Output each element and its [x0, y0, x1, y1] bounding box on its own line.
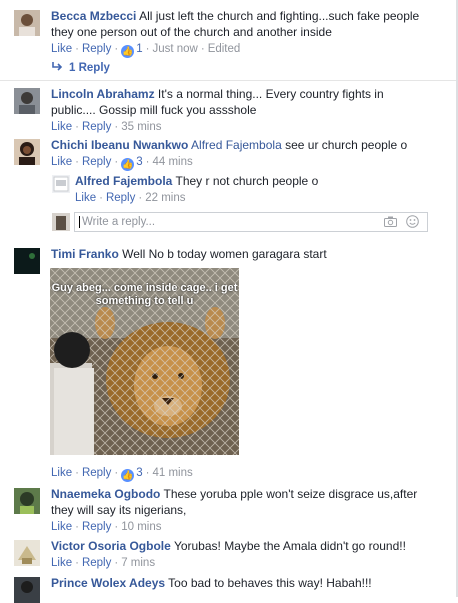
comment-text: Well No b today women garagara start	[122, 247, 327, 261]
reply-count-label[interactable]: 1 Reply	[69, 62, 110, 74]
like-button[interactable]: Like	[51, 521, 72, 533]
avatar-image	[14, 139, 40, 165]
comment-actions: Like · Reply · 7 mins	[51, 557, 156, 569]
comment-timi-actions: Like · Reply · 👍 3 · 41 mins	[51, 464, 450, 482]
comment-actions: Like · Reply · 10 mins	[51, 521, 162, 533]
reply-alfred: Alfred Fajembola They r not church peopl…	[52, 173, 450, 207]
text-caret	[79, 216, 80, 228]
comment-author[interactable]: Timi Franko	[51, 247, 119, 261]
comment-text: Yorubas! Maybe the Amala didn't go round…	[173, 539, 406, 553]
avatar[interactable]	[14, 10, 40, 36]
comment-nnaemeka: Nnaemeka Ogbodo These yoruba pple won't …	[14, 486, 450, 533]
avatar-image	[14, 248, 40, 274]
reply-placeholder: Write a reply...	[82, 216, 156, 228]
avatar-image	[14, 10, 40, 36]
avatar-image	[14, 540, 40, 566]
avatar[interactable]	[14, 88, 40, 114]
thumbs-up-icon[interactable]: 👍	[121, 469, 135, 482]
view-replies-link[interactable]: 1 Reply	[51, 61, 110, 74]
reply-box-avatar	[52, 213, 70, 231]
comment-text: Too bad to behaves this way! Habah!!!	[168, 576, 372, 590]
reply-button[interactable]: Reply	[82, 467, 111, 479]
camera-icon[interactable]	[384, 216, 397, 230]
emoji-icon[interactable]	[406, 215, 419, 231]
avatar-image	[14, 488, 40, 514]
comment-prince: Prince Wolex Adeys Too bad to behaves th…	[14, 575, 450, 603]
like-button[interactable]: Like	[51, 557, 72, 569]
reply-input[interactable]: Write a reply...	[74, 212, 428, 232]
comment-text: see ur church people o	[285, 138, 408, 152]
comment-actions: Like · Reply · 👍 3 · 44 mins	[51, 156, 193, 171]
comment-actions: Like · Reply · 35 mins	[51, 121, 162, 133]
comment-author[interactable]: Lincoln Abrahamz	[51, 87, 155, 101]
comment-chichi: Chichi Ibeanu Nwankwo Alfred Fajembola s…	[14, 137, 450, 171]
comment-time[interactable]: 7 mins	[121, 557, 155, 569]
comment-author[interactable]: Prince Wolex Adeys	[51, 576, 165, 590]
photo-caption: Guy abeg... come inside cage.. i get som…	[51, 282, 238, 307]
comment-time[interactable]: Just now	[152, 43, 197, 55]
comment-time[interactable]: 22 mins	[145, 192, 185, 204]
comment-time[interactable]: 41 mins	[152, 467, 192, 479]
divider	[0, 80, 456, 81]
comment-time[interactable]: 35 mins	[121, 121, 161, 133]
edited-label[interactable]: Edited	[208, 43, 241, 55]
like-count[interactable]: 1	[136, 43, 142, 55]
avatar[interactable]	[14, 577, 40, 603]
like-count[interactable]: 3	[136, 156, 142, 168]
avatar-image	[14, 577, 40, 603]
comment-author[interactable]: Victor Osoria Ogbole	[51, 539, 171, 553]
thumbs-up-icon[interactable]: 👍	[121, 45, 135, 58]
like-button[interactable]: Like	[51, 121, 72, 133]
comment-actions: Like · Reply · 👍 1 · Just now · Edited	[51, 43, 241, 58]
avatar-image	[52, 175, 70, 193]
avatar[interactable]	[14, 248, 40, 274]
comment-author[interactable]: Alfred Fajembola	[75, 174, 172, 188]
like-count[interactable]: 3	[136, 467, 142, 479]
comment-actions: Like · Reply · 👍 3 · 41 mins	[51, 467, 193, 482]
tagged-user[interactable]: Alfred Fajembola	[191, 138, 282, 152]
like-button[interactable]: Like	[51, 156, 72, 168]
like-button[interactable]: Like	[75, 192, 96, 204]
comment-text: They r not church people o	[175, 174, 319, 188]
like-button[interactable]: Like	[51, 43, 72, 55]
avatar-image	[14, 88, 40, 114]
comment-becca: Becca Mzbecci All just left the church a…	[14, 8, 450, 88]
comment-author[interactable]: Chichi Ibeanu Nwankwo	[51, 138, 188, 152]
reply-button[interactable]: Reply	[82, 557, 111, 569]
reply-button[interactable]: Reply	[106, 192, 135, 204]
reply-button[interactable]: Reply	[82, 121, 111, 133]
comment-photo[interactable]: Guy abeg... come inside cage.. i get som…	[50, 268, 239, 455]
comment-lincoln: Lincoln Abrahamz It's a normal thing... …	[14, 86, 450, 134]
comment-actions: Like · Reply · 22 mins	[75, 192, 186, 204]
avatar[interactable]	[14, 488, 40, 514]
avatar[interactable]	[14, 540, 40, 566]
thumbs-up-icon[interactable]: 👍	[121, 158, 135, 171]
reply-button[interactable]: Reply	[82, 521, 111, 533]
avatar[interactable]	[14, 139, 40, 165]
like-button[interactable]: Like	[51, 467, 72, 479]
comment-author[interactable]: Nnaemeka Ogbodo	[51, 487, 160, 501]
comment-time[interactable]: 44 mins	[152, 156, 192, 168]
reply-button[interactable]: Reply	[82, 43, 111, 55]
comment-time[interactable]: 10 mins	[121, 521, 161, 533]
comment-author[interactable]: Becca Mzbecci	[51, 9, 136, 23]
reply-button[interactable]: Reply	[82, 156, 111, 168]
comment-victor: Victor Osoria Ogbole Yorubas! Maybe the …	[14, 538, 450, 570]
reply-arrow-icon	[51, 61, 63, 74]
avatar[interactable]	[52, 175, 70, 193]
